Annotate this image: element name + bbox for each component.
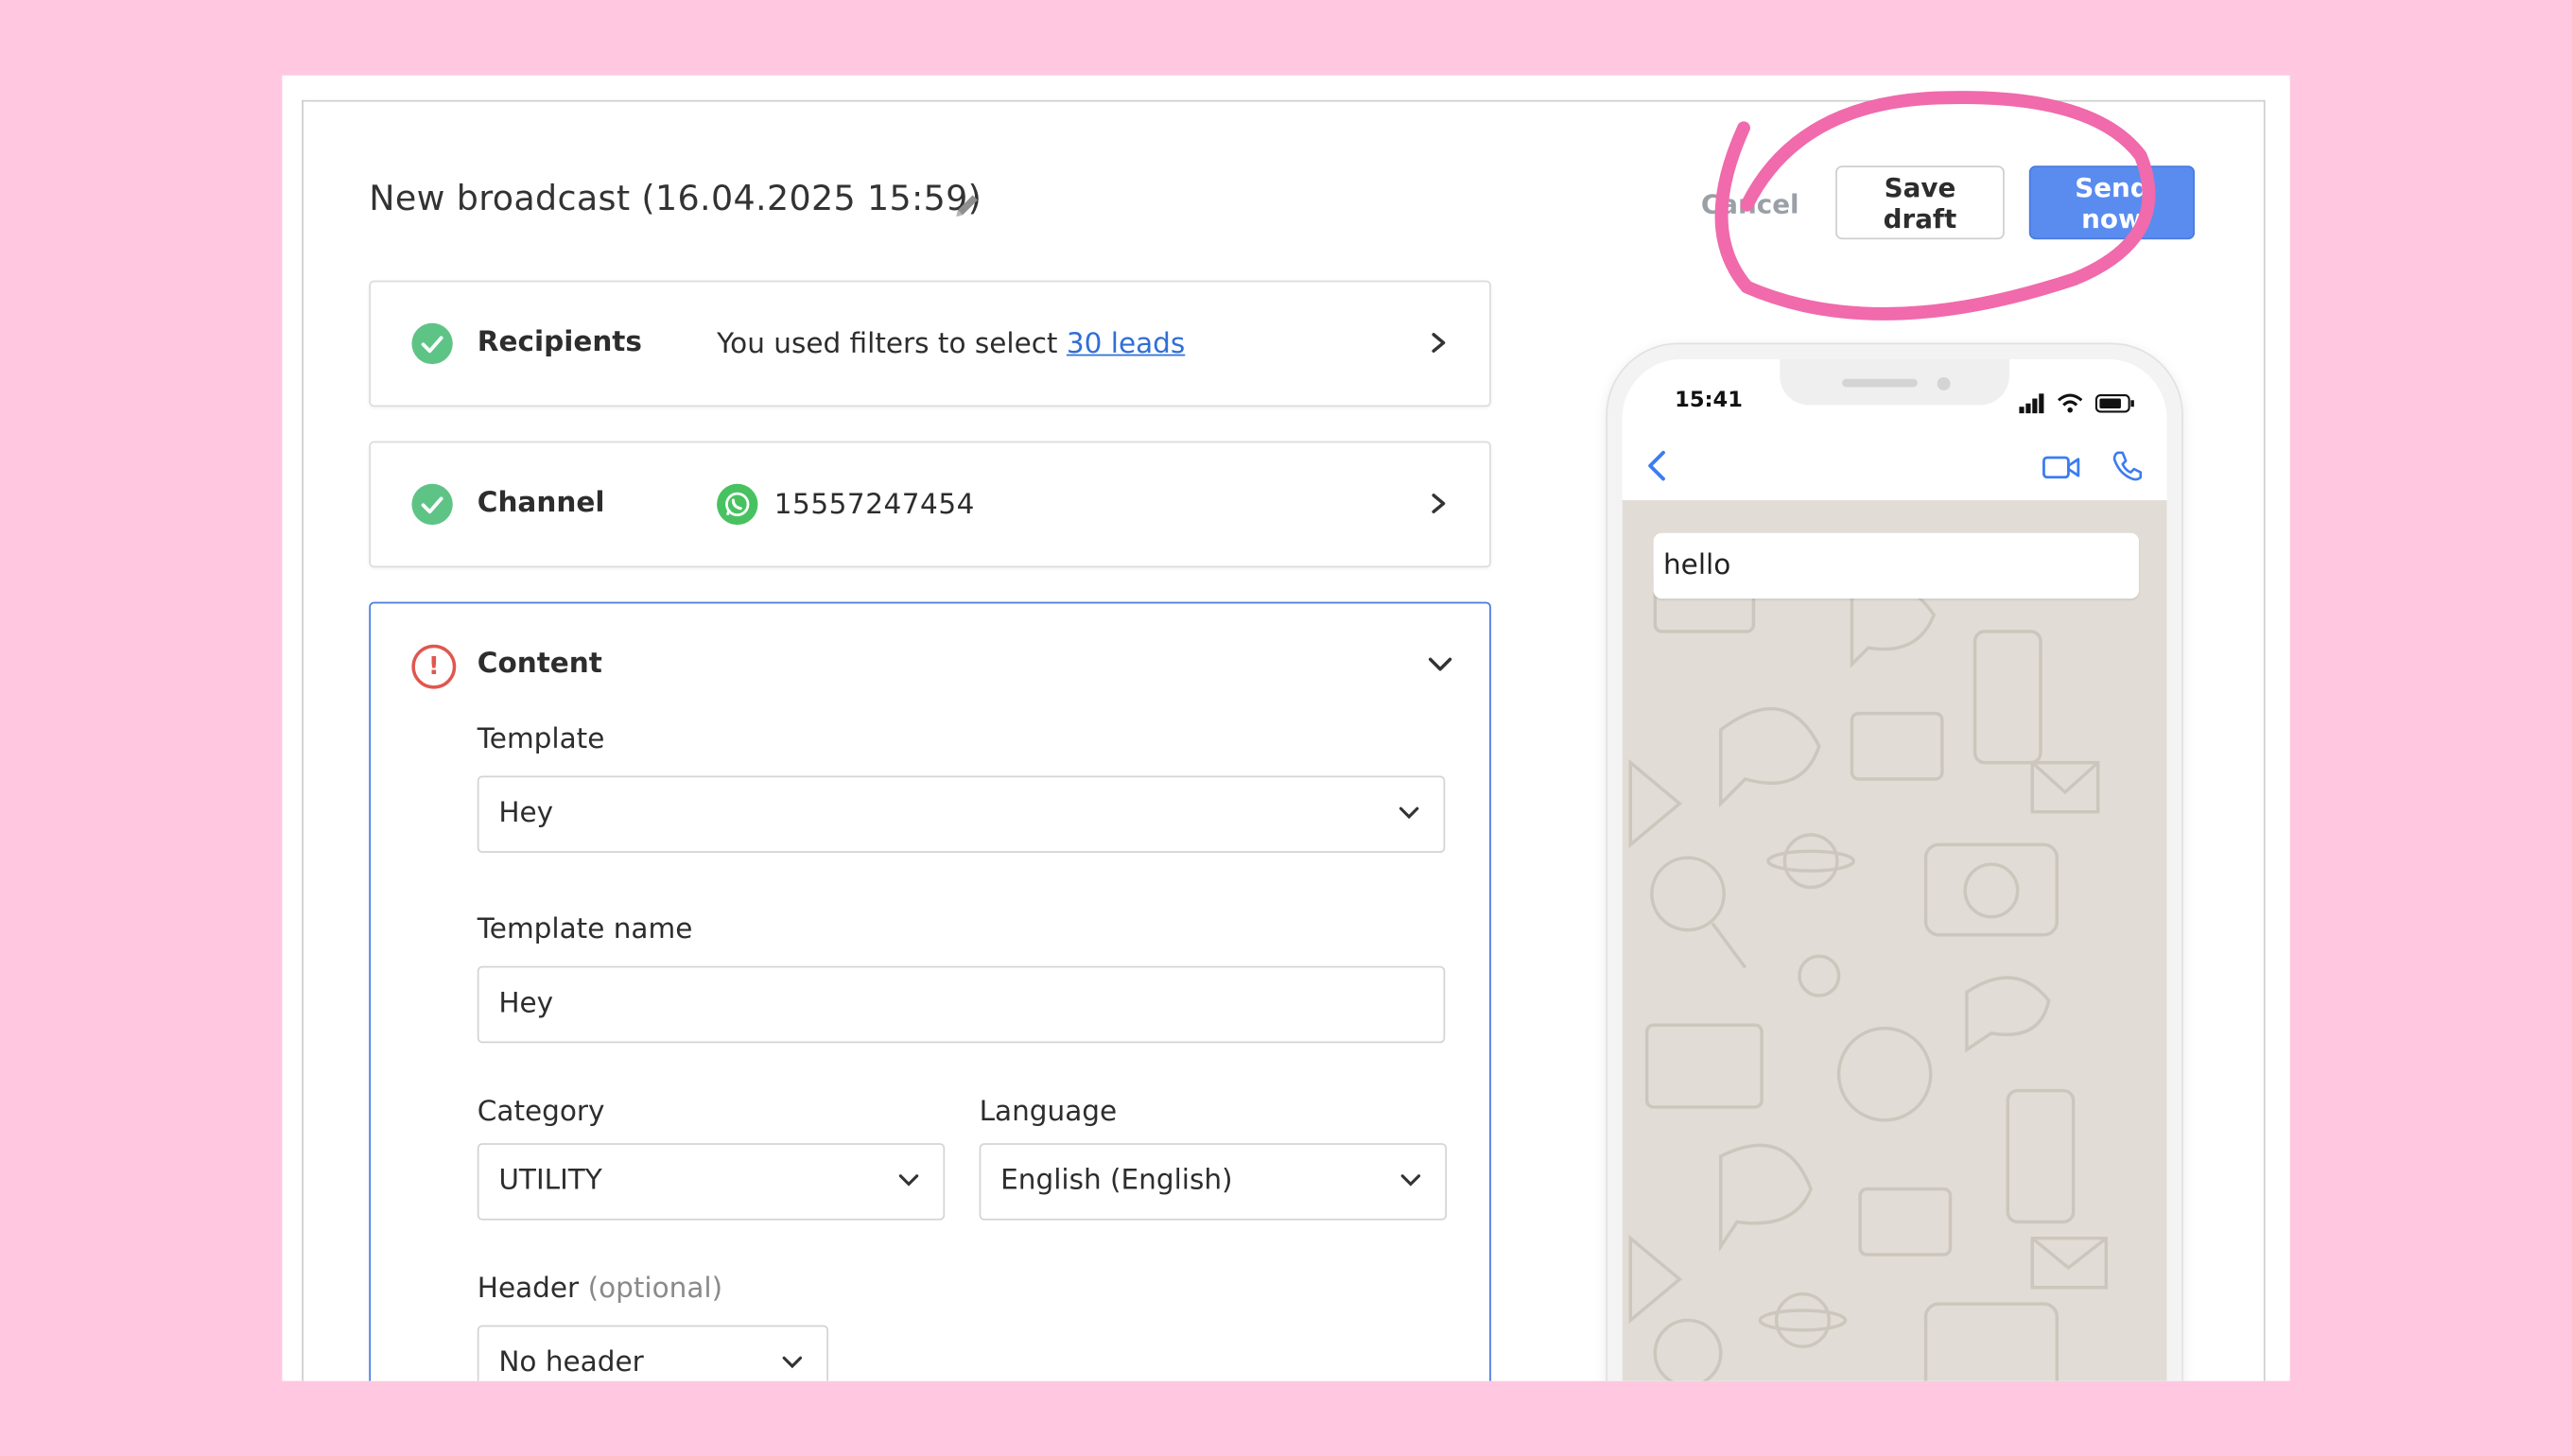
language-select-value: English (English): [1000, 1164, 1233, 1198]
chevron-down-icon[interactable]: [1427, 654, 1453, 674]
template-select[interactable]: Hey: [477, 775, 1446, 854]
save-draft-button[interactable]: Save draft: [1835, 165, 2005, 240]
template-select-value: Hey: [498, 797, 554, 830]
header-optional-hint: (optional): [587, 1273, 723, 1306]
page-title: New broadcast (16.04.2025 15:59): [369, 179, 982, 218]
template-name-input[interactable]: Hey: [477, 965, 1446, 1044]
template-name-label: Template name: [477, 913, 693, 946]
cancel-button[interactable]: Cancel: [1701, 188, 1799, 219]
front-camera: [1937, 376, 1951, 390]
channel-card[interactable]: Channel 15557247454: [369, 441, 1491, 568]
video-call-icon[interactable]: [2042, 453, 2082, 482]
chat-doodle-pattern: [1628, 563, 2109, 1381]
language-select[interactable]: English (English): [979, 1143, 1448, 1221]
status-bar-icons: [2019, 393, 2134, 414]
content-card: ! Content Template Hey Template name Hey…: [369, 601, 1491, 1381]
speaker-grille: [1842, 378, 1918, 388]
category-select[interactable]: UTILITY: [477, 1143, 946, 1221]
template-name-value: Hey: [498, 987, 554, 1020]
check-circle-icon: [411, 483, 453, 526]
category-label: Category: [477, 1095, 605, 1129]
template-label: Template: [477, 723, 605, 756]
alert-circle-icon: !: [411, 644, 457, 689]
chat-background: hello: [1622, 500, 2167, 1381]
header-select[interactable]: No header: [477, 1325, 829, 1381]
chevron-down-icon: [782, 1356, 803, 1369]
broadcast-window: New broadcast (16.04.2025 15:59) Cancel …: [282, 75, 2290, 1381]
chevron-right-icon[interactable]: [1427, 492, 1450, 514]
chevron-down-icon: [1399, 806, 1419, 820]
phone-call-icon[interactable]: [2111, 449, 2145, 482]
message-bubble: hello: [1653, 532, 2140, 599]
status-bar-time: 15:41: [1675, 389, 1743, 414]
check-circle-icon: [411, 322, 453, 365]
leads-link[interactable]: 30 leads: [1067, 328, 1185, 361]
back-chevron-icon[interactable]: [1645, 449, 1668, 482]
content-label: Content: [477, 648, 602, 681]
channel-phone-number: 15557247454: [773, 488, 975, 522]
language-label: Language: [979, 1095, 1118, 1129]
message-text: hello: [1662, 549, 1731, 582]
edit-pencil-icon[interactable]: [951, 188, 984, 221]
channel-label: Channel: [477, 487, 605, 520]
header-select-value: No header: [498, 1346, 644, 1379]
chevron-right-icon[interactable]: [1427, 331, 1450, 354]
whatsapp-icon: [717, 483, 758, 526]
category-select-value: UTILITY: [498, 1164, 602, 1198]
phone-screen: 15:41 hello: [1622, 358, 2167, 1381]
recipients-summary: You used filters to select 30 leads: [717, 328, 1185, 361]
recipients-card[interactable]: Recipients You used filters to select 30…: [369, 280, 1491, 407]
stage: New broadcast (16.04.2025 15:59) Cancel …: [0, 0, 2572, 1456]
recipients-label: Recipients: [477, 326, 642, 359]
send-now-button[interactable]: Send now: [2028, 165, 2196, 240]
phone-preview: 15:41 hello: [1606, 342, 2183, 1381]
chevron-down-icon: [898, 1174, 919, 1187]
chevron-down-icon: [1400, 1174, 1421, 1187]
recipients-description: You used filters to select: [717, 327, 1067, 361]
phone-notch: [1780, 358, 2010, 406]
header-label: Header (optional): [478, 1273, 722, 1306]
header-label-text: Header: [477, 1273, 580, 1306]
broadcast-panel: New broadcast (16.04.2025 15:59) Cancel …: [302, 99, 2266, 1381]
